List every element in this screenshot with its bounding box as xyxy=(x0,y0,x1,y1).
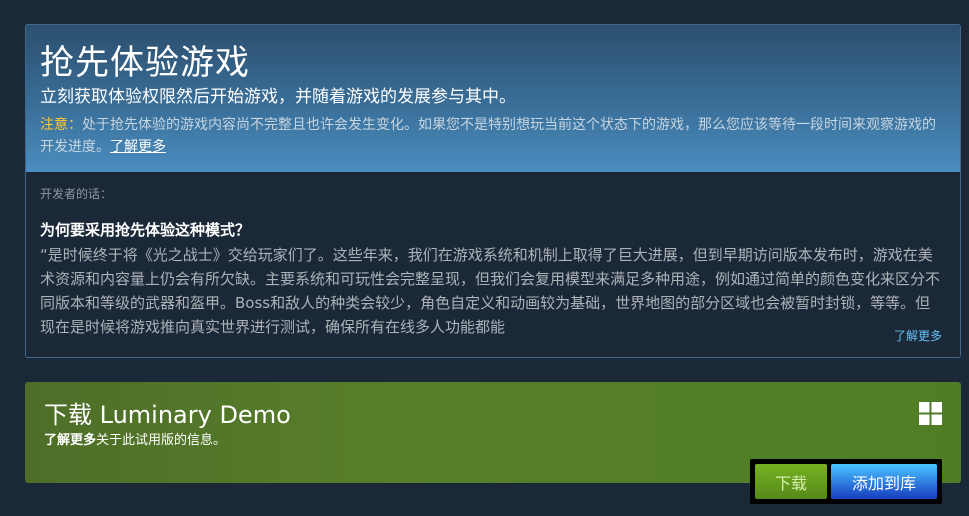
demo-button-group: 下载 添加到库 xyxy=(750,459,942,504)
windows-icon xyxy=(919,402,942,425)
early-access-note: 注意：处于抢先体验的游戏内容尚不完整且也许会发生变化。如果您不是特别想玩当前这个… xyxy=(40,114,946,158)
download-button[interactable]: 下载 xyxy=(755,464,827,499)
developer-label: 开发者的话： xyxy=(40,187,113,201)
developer-answer: “是时候终于将《光之战士》交给玩家们了。这些年来，我们在游戏系统和机制上取得了巨… xyxy=(40,246,941,336)
demo-info: 了解更多关于此试用版的信息。 xyxy=(44,432,226,450)
demo-info-text: 关于此试用版的信息。 xyxy=(96,433,227,448)
developer-section: 开发者的话： 为何要采用抢先体验这种模式？ “是时候终于将《光之战士》交给玩家们… xyxy=(26,172,960,357)
early-access-panel: 抢先体验游戏 立刻获取体验权限然后开始游戏，并随着游戏的发展参与其中。 注意：处… xyxy=(25,24,961,358)
read-more-link[interactable]: 了解更多 xyxy=(894,327,942,344)
early-access-title: 抢先体验游戏 xyxy=(40,43,250,83)
demo-title: 下载 Luminary Demo xyxy=(44,401,291,429)
note-learn-more-link[interactable]: 了解更多 xyxy=(110,139,166,155)
early-access-subtitle: 立刻获取体验权限然后开始游戏，并随着游戏的发展参与其中。 xyxy=(40,87,516,107)
developer-question: 为何要采用抢先体验这种模式？ xyxy=(40,221,251,239)
early-access-header: 抢先体验游戏 立刻获取体验权限然后开始游戏，并随着游戏的发展参与其中。 注意：处… xyxy=(26,25,960,172)
add-to-library-button[interactable]: 添加到库 xyxy=(831,464,937,499)
note-label: 注意： xyxy=(40,117,82,133)
demo-learn-more-link[interactable]: 了解更多 xyxy=(44,433,96,448)
note-text: 处于抢先体验的游戏内容尚不完整且也许会发生变化。如果您不是特别想玩当前这个状态下… xyxy=(40,117,936,155)
